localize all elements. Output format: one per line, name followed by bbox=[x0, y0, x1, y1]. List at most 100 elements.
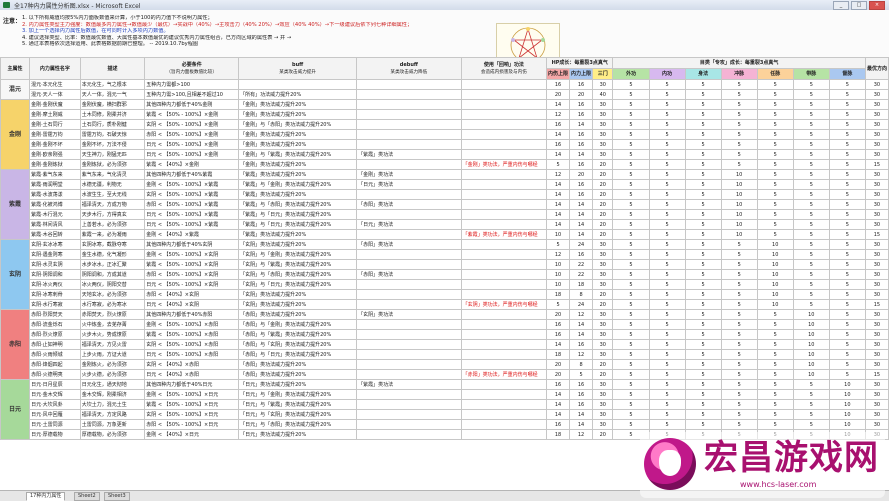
value-cell[interactable]: 30 bbox=[864, 209, 889, 220]
value-cell[interactable]: 30 bbox=[864, 139, 889, 150]
name-cell[interactable]: 赤阳·止如神明 bbox=[29, 339, 81, 350]
header-desc[interactable]: 描述 bbox=[79, 57, 146, 80]
value-cell[interactable]: 5 bbox=[828, 289, 866, 300]
value-cell[interactable]: 5 bbox=[756, 109, 794, 120]
cond-cell[interactable]: 五种内力需都>100 bbox=[144, 79, 240, 90]
name-cell[interactable]: 紫霞·紫气东来 bbox=[29, 169, 81, 180]
name-cell[interactable]: 赤阳·烽烟四起 bbox=[29, 359, 81, 370]
name-cell[interactable]: 赤阳·火雨倾城 bbox=[29, 349, 81, 360]
use-cell[interactable]: 「赤阳」类功法，严重内伤与哪经 bbox=[460, 369, 548, 380]
value-cell[interactable]: 5 bbox=[648, 279, 686, 290]
value-cell[interactable]: 5 bbox=[612, 119, 650, 130]
value-cell[interactable]: 16 bbox=[569, 189, 594, 200]
value-cell[interactable]: 5 bbox=[756, 229, 794, 240]
value-cell[interactable]: 5 bbox=[792, 389, 830, 400]
value-cell[interactable]: 30 bbox=[864, 399, 889, 410]
desc-cell[interactable]: 土雷同源，万象更新 bbox=[79, 419, 146, 430]
value-cell[interactable]: 5 bbox=[792, 159, 830, 170]
value-cell[interactable]: 5 bbox=[756, 99, 794, 110]
value-cell[interactable]: 5 bbox=[792, 259, 830, 270]
use-cell[interactable] bbox=[460, 119, 548, 130]
value-cell[interactable]: 10 bbox=[828, 379, 866, 390]
value-cell[interactable]: 5 bbox=[756, 319, 794, 330]
value-cell[interactable]: 5 bbox=[612, 259, 650, 270]
value-cell[interactable]: 5 bbox=[720, 399, 758, 410]
value-cell[interactable]: 5 bbox=[648, 99, 686, 110]
buff-cell[interactable]: 「日元」与「紫霞」类功法威力提升20% bbox=[238, 399, 358, 410]
debuff-cell[interactable]: 「赤阳」类功法 bbox=[356, 269, 462, 280]
value-cell[interactable]: 10 bbox=[756, 239, 794, 250]
value-cell[interactable]: 20 bbox=[592, 219, 614, 230]
value-cell[interactable]: 30 bbox=[864, 219, 889, 230]
minimize-button[interactable]: _ bbox=[833, 1, 849, 10]
buff-cell[interactable]: 「玄阴」与「金刚」类功法威力提升20% bbox=[238, 249, 358, 260]
header-attr-col[interactable]: 督脉 bbox=[828, 68, 866, 80]
debuff-cell[interactable] bbox=[356, 109, 462, 120]
group-cell[interactable]: 赤阳 bbox=[0, 309, 31, 380]
debuff-cell[interactable] bbox=[356, 139, 462, 150]
debuff-cell[interactable] bbox=[356, 99, 462, 110]
value-cell[interactable]: 14 bbox=[569, 409, 594, 420]
value-cell[interactable]: 16 bbox=[569, 379, 594, 390]
value-cell[interactable]: 10 bbox=[546, 259, 571, 270]
value-cell[interactable]: 20 bbox=[569, 169, 594, 180]
use-cell[interactable] bbox=[460, 379, 548, 390]
name-cell[interactable]: 紫霞·化被鸿博 bbox=[29, 199, 81, 210]
value-cell[interactable]: 5 bbox=[828, 139, 866, 150]
value-cell[interactable]: 14 bbox=[546, 149, 571, 160]
use-cell[interactable]: 「紫霞」类功法，严重内伤与哪经 bbox=[460, 229, 548, 240]
cond-cell[interactable]: 日元 < 【50% - 100%】×赤阳 bbox=[144, 349, 240, 360]
value-cell[interactable]: 20 bbox=[592, 169, 614, 180]
value-cell[interactable]: 5 bbox=[720, 389, 758, 400]
use-cell[interactable]: 「玄阴」类功法，严重内伤与哪经 bbox=[460, 299, 548, 310]
value-cell[interactable]: 10 bbox=[792, 359, 830, 370]
value-cell[interactable]: 14 bbox=[546, 339, 571, 350]
value-cell[interactable]: 20 bbox=[546, 89, 571, 100]
use-cell[interactable] bbox=[460, 419, 548, 430]
cond-cell[interactable]: 日元 < 【50% - 100%】×紫霞 bbox=[144, 209, 240, 220]
value-cell[interactable]: 18 bbox=[546, 349, 571, 360]
value-cell[interactable]: 5 bbox=[612, 319, 650, 330]
buff-cell[interactable]: 「金刚」类功法威力提升20% bbox=[238, 159, 358, 170]
cond-cell[interactable]: 其他四种内力都低于40%紫霞 bbox=[144, 169, 240, 180]
value-cell[interactable]: 5 bbox=[684, 369, 722, 380]
desc-cell[interactable]: 雷霆万钧，石破天惊 bbox=[79, 129, 146, 140]
buff-cell[interactable]: 「赤阳」类功法威力提升20% bbox=[238, 369, 358, 380]
value-cell[interactable]: 30 bbox=[864, 269, 889, 280]
value-cell[interactable]: 5 bbox=[828, 269, 866, 280]
value-cell[interactable]: 5 bbox=[720, 119, 758, 130]
value-cell[interactable]: 5 bbox=[648, 169, 686, 180]
desc-cell[interactable]: 冰火两仪，阴阳交替 bbox=[79, 279, 146, 290]
debuff-cell[interactable] bbox=[356, 159, 462, 170]
value-cell[interactable]: 10 bbox=[546, 279, 571, 290]
buff-cell[interactable]: 「玄阴」与「紫霞」类功法威力提升20% bbox=[238, 259, 358, 270]
value-cell[interactable]: 15 bbox=[864, 159, 889, 170]
value-cell[interactable]: 14 bbox=[569, 119, 594, 130]
cond-cell[interactable]: 金刚 < 【50% - 100%】×紫霞 bbox=[144, 179, 240, 190]
cond-cell[interactable]: 玄阴 < 【50% - 100%】×日元 bbox=[144, 409, 240, 420]
desc-cell[interactable]: 天人一体，混元一气 bbox=[79, 89, 146, 100]
value-cell[interactable]: 30 bbox=[592, 389, 614, 400]
value-cell[interactable]: 30 bbox=[592, 249, 614, 260]
value-cell[interactable]: 5 bbox=[684, 359, 722, 370]
value-cell[interactable]: 14 bbox=[569, 319, 594, 330]
value-cell[interactable]: 30 bbox=[592, 349, 614, 360]
value-cell[interactable]: 30 bbox=[592, 279, 614, 290]
value-cell[interactable]: 5 bbox=[756, 169, 794, 180]
value-cell[interactable]: 10 bbox=[792, 309, 830, 320]
group-cell[interactable]: 紫霞 bbox=[0, 169, 31, 240]
group-cell[interactable]: 金刚 bbox=[0, 99, 31, 170]
name-cell[interactable]: 玄阴·阴阳调和 bbox=[29, 269, 81, 280]
cond-cell[interactable]: 日元 < 【50% - 100%】×玄阴 bbox=[144, 279, 240, 290]
value-cell[interactable]: 16 bbox=[569, 79, 594, 90]
value-cell[interactable]: 5 bbox=[648, 129, 686, 140]
desc-cell[interactable]: 上善若水，必为须弥 bbox=[79, 219, 146, 230]
value-cell[interactable]: 5 bbox=[792, 239, 830, 250]
value-cell[interactable]: 10 bbox=[720, 179, 758, 190]
value-cell[interactable]: 5 bbox=[792, 179, 830, 190]
value-cell[interactable]: 12 bbox=[546, 249, 571, 260]
value-cell[interactable]: 5 bbox=[612, 219, 650, 230]
debuff-cell[interactable] bbox=[356, 79, 462, 90]
value-cell[interactable]: 5 bbox=[828, 219, 866, 230]
value-cell[interactable]: 20 bbox=[592, 289, 614, 300]
